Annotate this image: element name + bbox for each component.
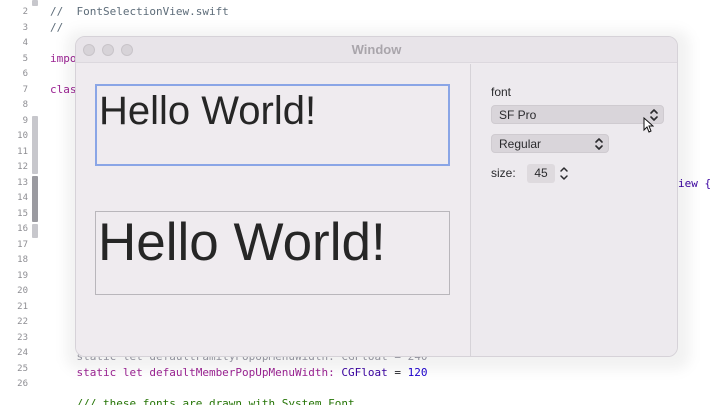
line-number: 6 xyxy=(22,69,28,79)
line-number: 10 xyxy=(17,131,28,141)
line-number-gutter: 2 3 4 5 6 7 8 9 10 11 12 13 14 15 16 17 … xyxy=(0,0,34,405)
preview-text-field[interactable]: Hello World! xyxy=(95,211,450,295)
line-number: 26 xyxy=(17,379,28,389)
change-bar xyxy=(32,116,38,174)
line-number: 4 xyxy=(22,38,28,48)
font-style-value: Regular xyxy=(499,137,542,151)
chevron-up-down-icon xyxy=(595,138,603,150)
line-number: 9 xyxy=(22,116,28,126)
code-line: // FontSelectionView.swift xyxy=(50,5,229,18)
size-label: size: xyxy=(491,166,516,180)
font-style-popup[interactable]: Regular xyxy=(491,134,609,153)
line-number: 18 xyxy=(17,255,28,265)
change-bar xyxy=(32,0,38,6)
line-number: 21 xyxy=(17,302,28,312)
line-number: 3 xyxy=(22,23,28,33)
line-number: 5 xyxy=(22,54,28,64)
font-selection-window[interactable]: Window Hello World! Hello World! font SF… xyxy=(75,36,678,357)
line-number: 14 xyxy=(17,193,28,203)
line-number: 25 xyxy=(17,364,28,374)
font-label: font xyxy=(491,85,512,99)
change-bar xyxy=(32,224,38,238)
line-number: 13 xyxy=(17,178,28,188)
font-size-field[interactable]: 45 xyxy=(527,164,555,183)
line-number: 15 xyxy=(17,209,28,219)
window-title: Window xyxy=(351,42,402,57)
line-number: 12 xyxy=(17,162,28,172)
line-number: 24 xyxy=(17,348,28,358)
code-line: // xyxy=(50,21,64,34)
line-number: 8 xyxy=(22,100,28,110)
line-number: 2 xyxy=(22,7,28,17)
mouse-pointer-icon xyxy=(643,117,654,133)
code-line: /// these fonts are drawn with System Fo… xyxy=(50,397,355,405)
font-inspector-pane: font SF Pro Regular size: 45 xyxy=(470,64,677,356)
line-number: 17 xyxy=(17,240,28,250)
font-family-popup[interactable]: SF Pro xyxy=(491,105,664,124)
line-number: 16 xyxy=(17,224,28,234)
line-number: 23 xyxy=(17,333,28,343)
window-titlebar[interactable]: Window xyxy=(76,37,677,63)
line-number: 20 xyxy=(17,286,28,296)
line-number: 19 xyxy=(17,271,28,281)
line-number: 11 xyxy=(17,147,28,157)
preview-text: Hello World! xyxy=(99,89,317,133)
line-number: 22 xyxy=(17,317,28,327)
preview-pane: Hello World! Hello World! xyxy=(76,64,470,356)
change-bar xyxy=(32,176,38,222)
preview-text: Hello World! xyxy=(98,213,386,272)
font-size-stepper[interactable] xyxy=(558,164,570,183)
line-number: 7 xyxy=(22,85,28,95)
font-family-value: SF Pro xyxy=(499,108,537,122)
preview-text-field-focused[interactable]: Hello World! xyxy=(95,84,450,166)
